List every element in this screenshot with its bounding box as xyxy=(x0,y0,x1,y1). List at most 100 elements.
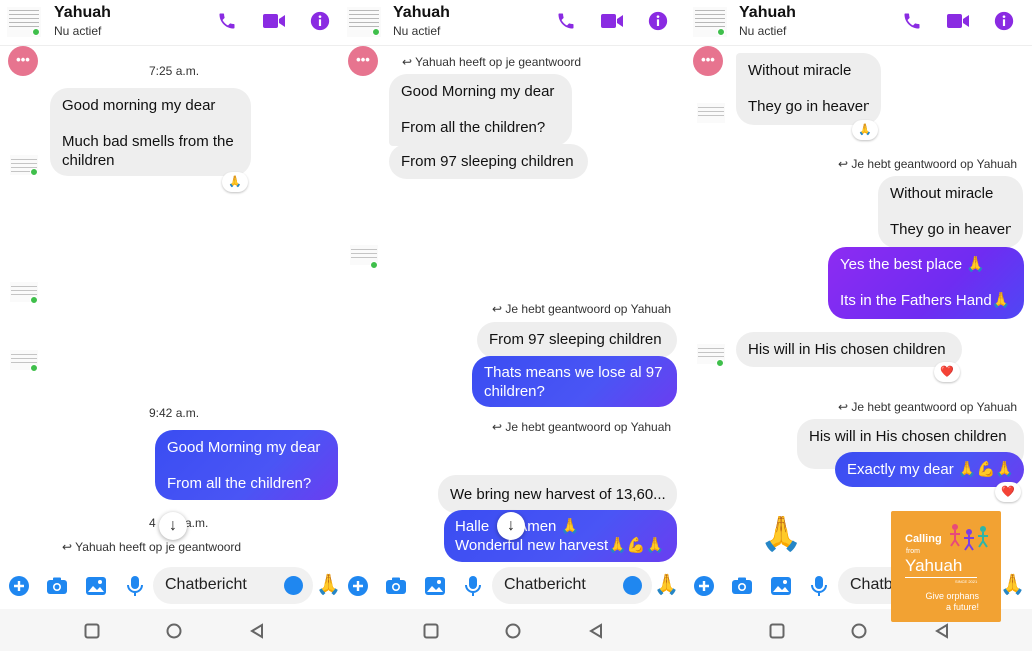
video-camera-icon[interactable] xyxy=(262,11,286,31)
microphone-icon[interactable] xyxy=(462,575,484,597)
online-indicator xyxy=(372,28,380,36)
read-receipt-avatar xyxy=(697,103,725,123)
message-line: Halle Amen 🙏 xyxy=(455,517,666,536)
home-button[interactable] xyxy=(851,623,867,639)
message-line: From all the children? xyxy=(401,119,546,136)
timestamp: 9:42 a.m. xyxy=(149,406,200,420)
image-icon[interactable] xyxy=(770,575,792,597)
image-icon[interactable] xyxy=(424,575,446,597)
message-received[interactable]: Good morning my dear Much bad smells fro… xyxy=(50,88,251,176)
contact-name[interactable]: Yahuah xyxy=(54,4,111,22)
arrow-down-icon[interactable]: ↓ xyxy=(497,512,525,540)
folded-hands-emoji[interactable]: 🙏 xyxy=(1000,572,1025,597)
home-button[interactable] xyxy=(166,623,182,639)
message-line: His will in His chosen children xyxy=(748,341,946,358)
message-fragment: Amen 🙏 xyxy=(517,518,580,535)
logo-since: SINCE 2021 xyxy=(955,579,978,584)
phone-icon[interactable] xyxy=(555,11,577,31)
message-line: From 97 sleeping children xyxy=(489,331,662,348)
more-icon[interactable]: ••• xyxy=(8,46,38,76)
reply-note: ↩ Je hebt geantwoord op Yahuah xyxy=(838,157,1018,171)
reply-note-text: Yahuah heeft op je geantwoord xyxy=(75,540,242,554)
quoted-message[interactable]: Good Morning my dear From all the childr… xyxy=(389,74,572,146)
plus-icon[interactable] xyxy=(693,575,715,597)
back-button[interactable] xyxy=(588,623,604,639)
system-nav-bar xyxy=(346,609,686,651)
contact-name[interactable]: Yahuah xyxy=(739,4,796,22)
info-icon[interactable] xyxy=(647,11,669,31)
recents-button[interactable] xyxy=(423,623,439,639)
reply-note: ↩ Je hebt geantwoord op Yahuah xyxy=(838,400,1018,414)
emoji-icon[interactable] xyxy=(284,576,303,595)
message-line: They go in heaven xyxy=(890,221,1011,238)
home-button[interactable] xyxy=(505,623,521,639)
phone-icon[interactable] xyxy=(901,11,923,31)
microphone-icon[interactable] xyxy=(808,575,830,597)
message-sent[interactable]: Halle Amen 🙏 Wonderful new harvest🙏💪🙏 xyxy=(444,510,677,562)
reaction-badge[interactable]: ❤️ xyxy=(934,362,960,382)
quoted-message[interactable]: Without miracle They go in heaven xyxy=(878,176,1023,248)
reply-note: ↩ Yahuah heeft op je geantwoord xyxy=(402,55,582,69)
camera-icon[interactable] xyxy=(731,575,753,597)
message-line: Thats means we lose al 97 xyxy=(484,364,663,381)
online-indicator xyxy=(717,28,725,36)
message-line: Its in the Fathers Hand🙏 xyxy=(840,292,1011,309)
online-indicator xyxy=(30,296,38,304)
reply-note: ↩ Je hebt geantwoord op Yahuah xyxy=(492,420,672,434)
more-icon[interactable]: ••• xyxy=(348,46,378,76)
emoji-icon[interactable] xyxy=(623,576,642,595)
message-received[interactable]: From 97 sleeping children xyxy=(389,144,588,179)
folded-hands-emoji[interactable]: 🙏 xyxy=(654,572,679,597)
more-icon[interactable]: ••• xyxy=(693,46,723,76)
timestamp-left: 4 xyxy=(149,516,156,530)
message-line: children? xyxy=(484,383,545,400)
quoted-message[interactable]: From 97 sleeping children xyxy=(477,322,677,358)
phone-icon[interactable] xyxy=(216,11,238,31)
message-sent[interactable]: Exactly my dear 🙏💪🙏 xyxy=(835,452,1024,487)
camera-icon[interactable] xyxy=(385,575,407,597)
folded-hands-emoji[interactable]: 🙏 xyxy=(316,572,341,597)
message-line: Without miracle xyxy=(748,62,852,79)
chat-panel-1: Yahuah Nu actief ••• 7:25 a.m. Good morn… xyxy=(0,0,346,651)
back-button[interactable] xyxy=(934,623,950,639)
composer-bar: Chatbericht 🙏 xyxy=(0,567,346,605)
reply-note: ↩ Yahuah heeft op je geantwoord xyxy=(62,540,242,554)
arrow-down-icon[interactable]: ↓ xyxy=(159,512,187,540)
recents-button[interactable] xyxy=(84,623,100,639)
back-button[interactable] xyxy=(249,623,265,639)
recents-button[interactable] xyxy=(769,623,785,639)
message-line: children xyxy=(62,152,115,169)
composer-bar: Chatbericht 🙏 xyxy=(346,567,686,605)
children-figures-icon xyxy=(950,524,988,551)
timestamp-right: a.m. xyxy=(185,516,209,530)
image-icon[interactable] xyxy=(85,575,107,597)
contact-name[interactable]: Yahuah xyxy=(393,4,450,22)
message-sent[interactable]: Thats means we lose al 97 children? xyxy=(472,356,677,407)
message-received[interactable]: His will in His chosen children xyxy=(736,332,962,367)
logo-calling: Calling xyxy=(905,533,942,545)
message-received[interactable]: Without miracle They go in heaven xyxy=(736,53,881,125)
reply-note: ↩ Je hebt geantwoord op Yahuah xyxy=(492,302,672,316)
info-icon[interactable] xyxy=(309,11,331,31)
plus-icon[interactable] xyxy=(8,575,30,597)
video-camera-icon[interactable] xyxy=(600,11,624,31)
reaction-badge[interactable]: ❤️ xyxy=(995,482,1021,502)
reaction-badge[interactable]: 🙏 xyxy=(852,120,878,140)
message-line: Without miracle xyxy=(890,185,994,202)
info-icon[interactable] xyxy=(993,11,1015,31)
plus-icon[interactable] xyxy=(347,575,369,597)
quoted-message[interactable]: We bring new harvest of 13,60... xyxy=(438,475,677,513)
message-sent[interactable]: Yes the best place 🙏 Its in the Fathers … xyxy=(828,247,1024,319)
logo-tagline-1: Give orphans xyxy=(925,591,979,601)
camera-icon[interactable] xyxy=(46,575,68,597)
chat-header: Yahuah Nu actief xyxy=(346,0,686,46)
chat-header: Yahuah Nu actief xyxy=(686,0,1032,46)
logo-from: from xyxy=(906,548,920,555)
online-indicator xyxy=(30,364,38,372)
calling-from-yahuah-logo: Calling from Yahuah SINCE 2021 Give orph… xyxy=(891,511,1001,622)
microphone-icon[interactable] xyxy=(124,575,146,597)
logo-name: Yahuah xyxy=(905,556,963,575)
video-camera-icon[interactable] xyxy=(946,11,970,31)
message-sent[interactable]: Good Morning my dear From all the childr… xyxy=(155,430,338,500)
reaction-badge[interactable]: 🙏 xyxy=(222,172,248,192)
